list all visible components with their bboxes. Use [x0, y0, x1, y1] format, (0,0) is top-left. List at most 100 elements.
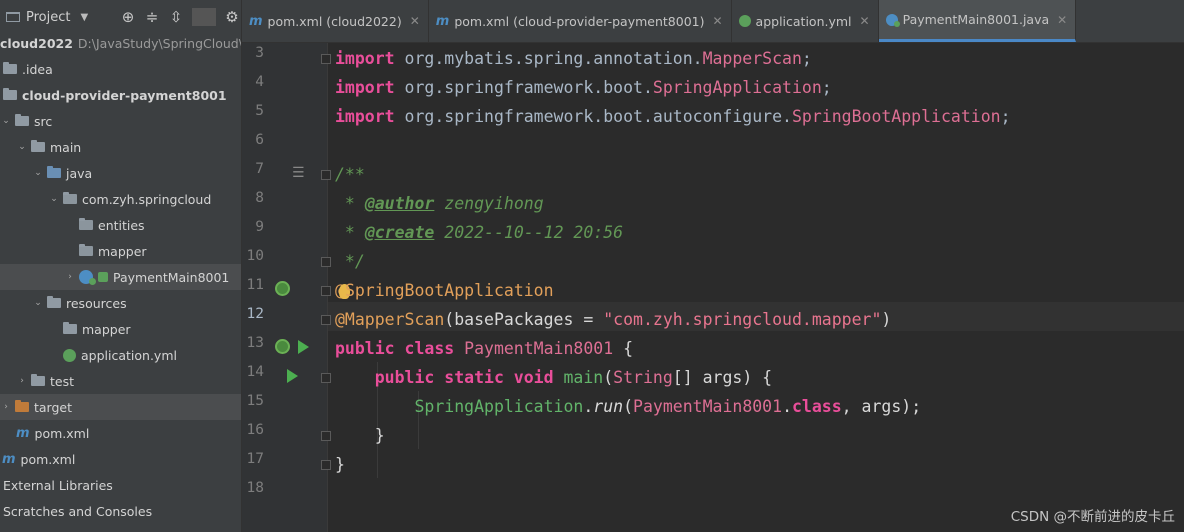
tab-pom-payment8001[interactable]: m pom.xml (cloud-provider-payment8001) ✕	[429, 0, 732, 42]
tree-item-mapper[interactable]: mapper	[0, 238, 241, 264]
tree-item-label: Scratches and Consoles	[3, 503, 153, 519]
line-number: 15	[246, 393, 264, 409]
spring-bean-icon	[98, 272, 108, 282]
expand-all-icon[interactable]: ≑	[140, 8, 164, 26]
tree-item-label: cloud-provider-payment8001	[22, 87, 227, 103]
gear-icon[interactable]: ⚙	[220, 8, 241, 26]
tree-item-label: target	[34, 399, 73, 415]
editor-gutter: 3 4 5 6 7 8 9 10 11 12 13 14 15 16 17 18…	[242, 43, 331, 532]
tree-item-label: External Libraries	[3, 477, 113, 493]
tree-item-resources-mapper[interactable]: mapper	[0, 316, 241, 342]
module-folder-icon	[3, 88, 17, 100]
tree-item-label: mapper	[98, 243, 147, 259]
fold-marker[interactable]	[321, 54, 331, 64]
fold-marker[interactable]	[321, 257, 331, 267]
tree-item-label: pom.xml	[20, 451, 76, 467]
tree-item-label: com.zyh.springcloud	[82, 191, 212, 207]
spring-class-icon	[79, 270, 96, 285]
chevron-down-icon[interactable]: ⌄	[0, 116, 12, 126]
fold-marker[interactable]	[321, 431, 331, 441]
maven-icon: m	[16, 425, 30, 441]
code-line-15: SpringApplication.run(PaymentMain8001.cl…	[335, 397, 922, 416]
chevron-right-icon[interactable]: ›	[0, 402, 12, 412]
code-line-4: import org.springframework.boot.SpringAp…	[335, 78, 832, 97]
spring-leaf-icon	[63, 348, 76, 362]
tree-item-entities[interactable]: entities	[0, 212, 241, 238]
folder-icon	[31, 374, 45, 386]
tree-item-application-yml[interactable]: application.yml	[0, 342, 241, 368]
fold-marker[interactable]	[321, 286, 331, 296]
class-icon	[885, 13, 900, 27]
project-view-label[interactable]: Project	[26, 10, 70, 25]
tree-item-module-pom[interactable]: m pom.xml	[0, 420, 241, 446]
spring-leaf-icon	[738, 15, 751, 27]
spring-bean-gutter-icon[interactable]	[275, 339, 290, 354]
collapse-all-icon[interactable]: ⇳	[164, 8, 188, 26]
folder-icon	[15, 114, 29, 126]
tree-item-scratches[interactable]: Scratches and Consoles	[0, 498, 241, 524]
tree-item-label: cloud2022	[0, 35, 73, 51]
tab-application-yml[interactable]: application.yml ✕	[732, 0, 879, 42]
tree-item-cloud2022[interactable]: cloud2022 D:\JavaStudy\SpringCloud\cloud…	[0, 30, 241, 56]
chevron-down-icon[interactable]: ▼	[80, 12, 88, 23]
line-number: 3	[255, 45, 264, 61]
line-number: 13	[246, 335, 264, 351]
tree-item-label: PaymentMain8001	[113, 269, 230, 285]
chevron-down-icon[interactable]: ⌄	[16, 142, 28, 152]
fold-marker[interactable]	[321, 170, 331, 180]
fold-marker[interactable]	[321, 315, 331, 325]
close-icon[interactable]: ✕	[860, 14, 870, 28]
tree-item-idea[interactable]: .idea	[0, 56, 241, 82]
line-number: 8	[255, 190, 264, 206]
project-view-icon	[6, 12, 20, 22]
tab-pom-cloud2022[interactable]: m pom.xml (cloud2022) ✕	[242, 0, 429, 42]
tree-item-target[interactable]: › target	[0, 394, 241, 420]
tree-item-java[interactable]: ⌄ java	[0, 160, 241, 186]
tree-item-package[interactable]: ⌄ com.zyh.springcloud	[0, 186, 241, 212]
tab-label: pom.xml (cloud2022)	[267, 13, 402, 29]
tree-item-module[interactable]: cloud-provider-payment8001	[0, 82, 241, 108]
code-line-3: import org.mybatis.spring.annotation.Map…	[335, 49, 812, 68]
tree-item-label: application.yml	[81, 347, 177, 363]
tree-item-src[interactable]: ⌄ src	[0, 108, 241, 134]
code-line-14: public static void main(String[] args) {	[335, 368, 773, 387]
tab-paymentmain8001[interactable]: PaymentMain8001.java ✕	[878, 0, 1077, 42]
tree-item-paymentmain8001[interactable]: › PaymentMain8001	[0, 264, 241, 290]
chevron-down-icon[interactable]: ⌄	[32, 298, 44, 308]
line-number: 4	[255, 74, 264, 90]
watermark: CSDN @不断前进的皮卡丘	[1010, 509, 1175, 525]
spring-bean-gutter-icon[interactable]	[275, 281, 290, 296]
code-line-5: import org.springframework.boot.autoconf…	[335, 107, 1011, 126]
tree-item-label: main	[50, 139, 82, 155]
code-line-13: public class PaymentMain8001 {	[335, 339, 634, 358]
chevron-down-icon[interactable]: ⌄	[32, 168, 44, 178]
tree-item-label: pom.xml	[34, 425, 90, 441]
fold-marker[interactable]	[321, 373, 331, 383]
render-doc-icon[interactable]: ☰	[292, 165, 305, 181]
chevron-down-icon[interactable]: ⌄	[48, 194, 60, 204]
folder-icon	[31, 140, 45, 152]
code-editor[interactable]: 3 4 5 6 7 8 9 10 11 12 13 14 15 16 17 18…	[242, 43, 1184, 532]
package-icon	[79, 244, 93, 256]
run-icon[interactable]	[298, 340, 309, 354]
close-icon[interactable]: ✕	[712, 14, 722, 28]
tree-item-label: test	[50, 373, 75, 389]
maven-icon: m	[435, 13, 450, 29]
fold-marker[interactable]	[321, 460, 331, 470]
tree-item-resources[interactable]: ⌄ resources	[0, 290, 241, 316]
chevron-right-icon[interactable]: ›	[64, 272, 76, 282]
close-icon[interactable]: ✕	[1057, 13, 1067, 27]
code-line-17: }	[335, 455, 345, 474]
tree-item-root-pom[interactable]: m pom.xml	[0, 446, 241, 472]
tree-item-main[interactable]: ⌄ main	[0, 134, 241, 160]
run-icon[interactable]	[287, 369, 298, 383]
resources-folder-icon	[47, 296, 61, 308]
locate-icon[interactable]: ⊕	[116, 8, 140, 26]
line-number: 14	[246, 364, 264, 380]
close-icon[interactable]: ✕	[410, 14, 420, 28]
tree-item-label: resources	[66, 295, 127, 311]
chevron-right-icon[interactable]: ›	[16, 376, 28, 386]
tree-item-external-libraries[interactable]: External Libraries	[0, 472, 241, 498]
code-area[interactable]: import org.mybatis.spring.annotation.Map…	[335, 43, 1011, 507]
tree-item-test[interactable]: › test	[0, 368, 241, 394]
